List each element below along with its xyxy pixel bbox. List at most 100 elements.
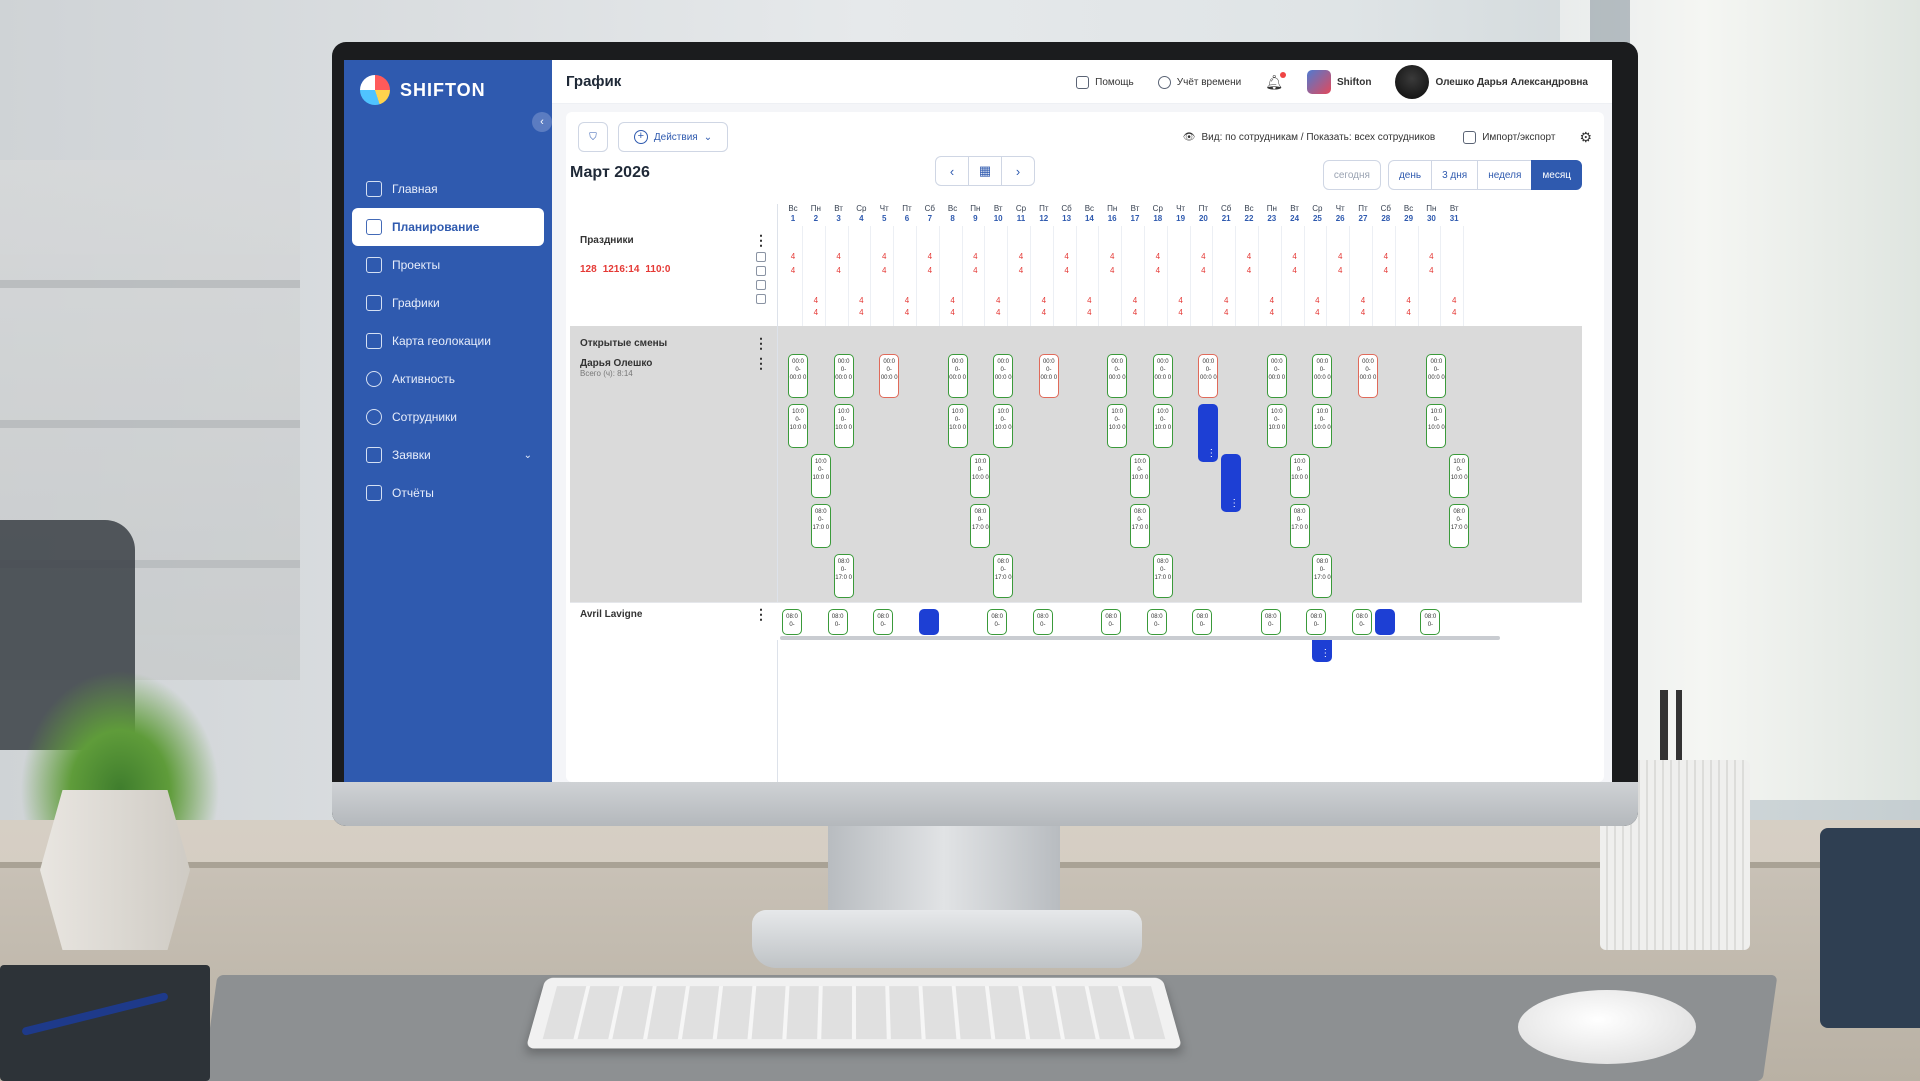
shift-block[interactable]: 08:0 0- 17:0 0 xyxy=(1449,504,1470,548)
more-icon[interactable]: ⋮ xyxy=(754,607,768,621)
shift-block[interactable]: 00:0 0- 00:0 0 xyxy=(947,354,968,398)
shift-block[interactable]: 08:0 0- 17:0 0 xyxy=(993,554,1014,598)
shift-block[interactable]: 00:0 0- 00:0 0 xyxy=(1107,354,1128,398)
day-header[interactable]: Пн 30 xyxy=(1420,204,1442,224)
more-icon[interactable]: ⋮ xyxy=(754,336,768,350)
view-month-button[interactable]: месяц xyxy=(1531,160,1582,190)
shift-block[interactable]: 08:0 0- 17:0 0 xyxy=(1312,554,1333,598)
shift-block[interactable]: 08:0 0- xyxy=(827,609,848,635)
user-menu[interactable]: Олешко Дарья Александровна xyxy=(1395,65,1588,99)
day-header[interactable]: Пн 2 xyxy=(805,204,827,224)
day-header[interactable]: Чт 19 xyxy=(1170,204,1192,224)
shift-block[interactable]: 00:0 0- 00:0 0 xyxy=(1152,354,1173,398)
notifications-button[interactable]: 🔔︎ xyxy=(1265,71,1286,91)
shift-block[interactable]: 08:0 0- xyxy=(1260,609,1281,635)
shift-block[interactable]: 00:0 0- 00:0 0 xyxy=(1038,354,1059,398)
day-header[interactable]: Вс 22 xyxy=(1238,204,1260,224)
shift-block[interactable]: 08:0 0- xyxy=(1032,609,1053,635)
actions-dropdown[interactable]: + Действия ⌄ xyxy=(618,122,728,152)
import-export-button[interactable]: Импорт/экспорт xyxy=(1463,130,1555,144)
shift-block[interactable]: 08:0 0- xyxy=(1352,609,1372,635)
shift-block[interactable]: 08:0 0- xyxy=(873,609,894,635)
day-header[interactable]: Вт 31 xyxy=(1443,204,1465,224)
gear-icon[interactable]: ⚙ xyxy=(1579,129,1592,146)
day-header[interactable]: Ср 25 xyxy=(1306,204,1328,224)
shift-block[interactable]: 08:0 0- xyxy=(1192,609,1213,635)
shift-block[interactable]: 10:0 0- 10:0 0 xyxy=(970,454,991,498)
collapse-sidebar-button[interactable]: ‹ xyxy=(532,112,552,132)
view-week-button[interactable]: неделя xyxy=(1477,160,1533,190)
company-switcher[interactable]: Shifton xyxy=(1307,70,1371,94)
day-header[interactable]: Вт 17 xyxy=(1124,204,1146,224)
assigned-shift[interactable] xyxy=(1374,609,1395,635)
shift-block[interactable]: 10:0 0- 10:0 0 xyxy=(833,404,854,448)
help-link[interactable]: Помощь xyxy=(1076,75,1134,89)
shift-block[interactable]: 10:0 0- 10:0 0 xyxy=(788,404,808,448)
shift-block[interactable]: 10:0 0- 10:0 0 xyxy=(1312,404,1333,448)
day-header[interactable]: Вс 14 xyxy=(1078,204,1100,224)
sidebar-item-requests[interactable]: Заявки ⌄ xyxy=(352,436,544,474)
shift-block[interactable]: 00:0 0- 00:0 0 xyxy=(879,354,900,398)
shift-block[interactable]: 10:0 0- 10:0 0 xyxy=(1426,404,1447,448)
sidebar-item-home[interactable]: Главная xyxy=(352,170,544,208)
shift-block[interactable]: 00:0 0- 00:0 0 xyxy=(1266,354,1287,398)
day-header[interactable]: Ср 18 xyxy=(1147,204,1169,224)
shift-block[interactable]: 08:0 0- 17:0 0 xyxy=(833,554,854,598)
sidebar-item-reports[interactable]: Отчёты xyxy=(352,474,544,512)
today-button[interactable]: сегодня xyxy=(1322,160,1381,190)
day-header[interactable]: Вс 1 xyxy=(782,204,804,224)
shift-block[interactable]: 10:0 0- 10:0 0 xyxy=(1152,404,1173,448)
day-header[interactable]: Пт 12 xyxy=(1033,204,1055,224)
day-header[interactable]: Пт 6 xyxy=(896,204,918,224)
view-3days-button[interactable]: 3 дня xyxy=(1431,160,1479,190)
day-header[interactable]: Чт 26 xyxy=(1329,204,1351,224)
date-picker-button[interactable]: ▦ xyxy=(968,156,1002,186)
prev-period-button[interactable]: ‹ xyxy=(935,156,969,186)
shift-block[interactable]: 00:0 0- 00:0 0 xyxy=(993,354,1014,398)
day-header[interactable]: Сб 21 xyxy=(1215,204,1237,224)
view-day-button[interactable]: день xyxy=(1387,160,1433,190)
day-header[interactable]: Ср 4 xyxy=(850,204,872,224)
assigned-shift[interactable] xyxy=(1221,454,1242,512)
sidebar-item-activity[interactable]: Активность xyxy=(352,360,544,398)
employee-name[interactable]: Avril Lavigne xyxy=(580,609,642,620)
assigned-shift[interactable] xyxy=(918,609,939,635)
day-header[interactable]: Пт 27 xyxy=(1352,204,1374,224)
shift-block[interactable]: 08:0 0- 17:0 0 xyxy=(970,504,991,548)
shift-block[interactable]: 08:0 0- 17:0 0 xyxy=(1289,504,1310,548)
shift-block[interactable]: 08:0 0- xyxy=(1420,609,1441,635)
day-header[interactable]: Ср 11 xyxy=(1010,204,1032,224)
more-icon[interactable]: ⋮ xyxy=(754,356,768,370)
shift-block[interactable]: 00:0 0- 00:0 0 xyxy=(1358,354,1378,398)
employee-name[interactable]: Дарья Олешко xyxy=(580,358,652,369)
shift-block[interactable]: 10:0 0- 10:0 0 xyxy=(1289,454,1310,498)
day-header[interactable]: Вт 10 xyxy=(987,204,1009,224)
day-header[interactable]: Пн 23 xyxy=(1261,204,1283,224)
day-header[interactable]: Вс 29 xyxy=(1398,204,1420,224)
shift-block[interactable]: 10:0 0- 10:0 0 xyxy=(1449,454,1470,498)
day-header[interactable]: Пн 9 xyxy=(964,204,986,224)
sidebar-item-schedules[interactable]: Графики xyxy=(352,284,544,322)
sidebar-item-employees[interactable]: Сотрудники xyxy=(352,398,544,436)
sidebar-item-planning[interactable]: Планирование xyxy=(352,208,544,246)
shift-block[interactable]: 10:0 0- 10:0 0 xyxy=(947,404,968,448)
shift-block[interactable]: 08:0 0- xyxy=(1101,609,1122,635)
shift-block[interactable]: 00:0 0- 00:0 0 xyxy=(1426,354,1447,398)
day-header[interactable]: Сб 7 xyxy=(919,204,941,224)
more-icon[interactable]: ⋮ xyxy=(754,233,768,247)
shift-block[interactable]: 08:0 0- 17:0 0 xyxy=(810,504,831,548)
day-header[interactable]: Сб 13 xyxy=(1056,204,1078,224)
assigned-shift[interactable] xyxy=(1198,404,1219,462)
view-settings[interactable]: 👁︎ Вид: по сотрудникам / Показать: всех с… xyxy=(1183,132,1435,143)
day-header[interactable]: Вс 8 xyxy=(942,204,964,224)
sidebar-item-projects[interactable]: Проекты xyxy=(352,246,544,284)
day-header[interactable]: Пн 16 xyxy=(1101,204,1123,224)
day-header[interactable]: Сб 28 xyxy=(1375,204,1397,224)
shift-block[interactable]: 10:0 0- 10:0 0 xyxy=(1130,454,1150,498)
shift-block[interactable]: 00:0 0- 00:0 0 xyxy=(1198,354,1219,398)
shift-block[interactable]: 00:0 0- 00:0 0 xyxy=(1312,354,1333,398)
shift-block[interactable]: 08:0 0- xyxy=(782,609,802,635)
shift-block[interactable]: 10:0 0- 10:0 0 xyxy=(1266,404,1287,448)
horizontal-scrollbar[interactable] xyxy=(780,636,1500,640)
shift-block[interactable]: 10:0 0- 10:0 0 xyxy=(810,454,831,498)
